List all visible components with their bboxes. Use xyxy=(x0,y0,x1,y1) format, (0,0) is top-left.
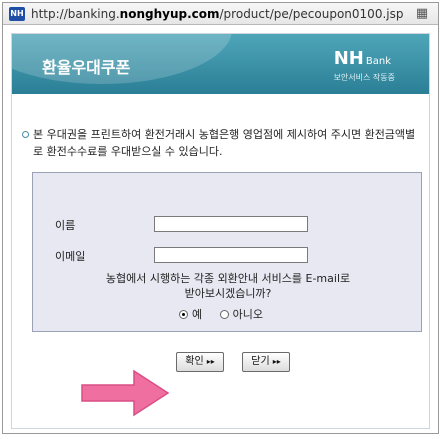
notice: 본 우대권을 프린트하여 환전거래시 농협은행 영업점에 제시하여 주시면 환전… xyxy=(22,126,422,160)
notice-text: 본 우대권을 프린트하여 환전거래시 농협은행 영업점에 제시하여 주시면 환전… xyxy=(33,128,416,158)
email-field[interactable] xyxy=(154,247,308,263)
logo-bank: Bank xyxy=(365,56,391,67)
radio-no[interactable] xyxy=(219,310,229,319)
confirm-button-label: 확인 xyxy=(185,356,204,367)
url-text[interactable]: http://banking.nonghyup.com/product/pe/p… xyxy=(31,7,403,21)
radio-yes-label: 예 xyxy=(192,308,203,321)
name-label: 이름 xyxy=(55,219,76,232)
close-button[interactable]: 닫기 ▸▸ xyxy=(242,352,290,372)
site-favicon-icon: NH xyxy=(9,7,25,21)
pink-arrow-icon xyxy=(81,369,170,417)
email-label: 이메일 xyxy=(55,250,86,263)
page-title: 환율우대쿠폰 xyxy=(42,58,131,77)
button-row: 확인 ▸▸ 닫기 ▸▸ xyxy=(172,352,432,376)
nh-bank-logo: NH Bank xyxy=(334,48,391,69)
bullet-icon xyxy=(22,131,29,138)
page-action-icon[interactable]: ▦ xyxy=(414,6,430,22)
email-service-question: 농협에서 시행하는 각종 외환안내 서비스를 E-mail로 받아보시겠습니까? xyxy=(33,271,423,301)
popup-window: NH http://banking.nonghyup.com/product/p… xyxy=(2,2,439,434)
security-status-text: 보안서비스 작동중 xyxy=(333,73,395,82)
coupon-form: 이름 이메일 농협에서 시행하는 각종 외환안내 서비스를 E-mail로 받아… xyxy=(32,172,422,332)
chevron-right-icon: ▸▸ xyxy=(272,357,281,366)
logo-main: NH xyxy=(333,48,364,69)
email-consent-radio-group: 예 아니오 xyxy=(33,306,423,322)
address-bar: NH http://banking.nonghyup.com/product/p… xyxy=(3,3,438,25)
question-line-1: 농협에서 시행하는 각종 외환안내 서비스를 E-mail로 xyxy=(105,272,351,285)
radio-no-label: 아니오 xyxy=(232,308,263,321)
confirm-button[interactable]: 확인 ▸▸ xyxy=(176,352,224,372)
page-header: 환율우대쿠폰 NH Bank 보안서비스 작동중 xyxy=(12,34,429,94)
coupon-content: 환율우대쿠폰 NH Bank 보안서비스 작동중 본 우대권을 프린트하여 환전거… xyxy=(11,33,430,429)
name-field[interactable] xyxy=(154,216,308,232)
url-prefix: http://banking. xyxy=(31,7,120,21)
close-button-label: 닫기 xyxy=(251,356,270,367)
question-line-2: 받아보시겠습니까? xyxy=(184,287,272,300)
url-domain: nonghyup.com xyxy=(119,7,220,21)
url-path: /product/pe/pecoupon0100.jsp xyxy=(219,7,404,21)
chevron-right-icon: ▸▸ xyxy=(206,357,215,366)
radio-yes[interactable] xyxy=(179,310,188,319)
